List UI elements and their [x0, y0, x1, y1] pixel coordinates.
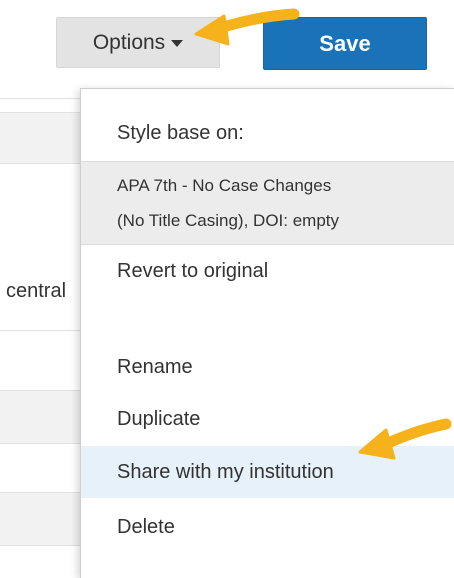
menu-item-revert[interactable]: Revert to original — [81, 249, 454, 293]
bg-table-row — [0, 492, 90, 546]
menu-item-share[interactable]: Share with my institution — [81, 446, 454, 498]
options-label: Options — [92, 30, 166, 54]
bg-divider — [0, 98, 90, 99]
bg-table-row — [0, 112, 90, 164]
current-style-line-1: APA 7th - No Case Changes — [117, 176, 332, 195]
current-style-line-2: (No Title Casing), DOI: empty — [117, 211, 340, 230]
menu-item-duplicate[interactable]: Duplicate — [81, 397, 454, 441]
menu-header: Style base on: — [117, 122, 244, 144]
current-style-box: APA 7th - No Case Changes (No Title Casi… — [81, 161, 454, 245]
caret-down-icon — [171, 40, 184, 47]
menu-item-delete[interactable]: Delete — [81, 505, 454, 549]
options-button[interactable]: Options — [56, 17, 220, 68]
save-button[interactable]: Save — [263, 17, 427, 70]
menu-item-rename[interactable]: Rename — [81, 345, 454, 389]
bg-divider — [0, 330, 90, 331]
options-dropdown-menu: Style base on: APA 7th - No Case Changes… — [80, 88, 454, 578]
bg-table-row — [0, 390, 90, 444]
bg-partial-text: central — [6, 280, 67, 302]
